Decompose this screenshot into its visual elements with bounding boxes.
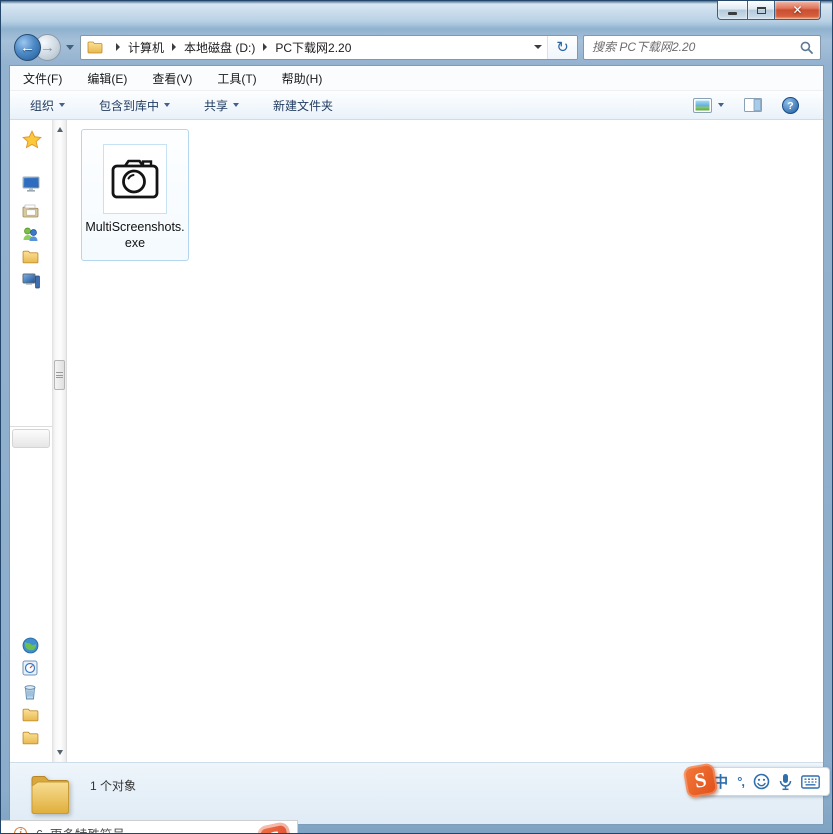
- search-box: [583, 34, 821, 60]
- emoji-smiley-icon[interactable]: [753, 773, 770, 790]
- sogou-logo-icon[interactable]: S: [682, 762, 719, 799]
- item-count-label: 1 个对象: [90, 779, 137, 793]
- navigation-bar: ← → 计算机 本地磁盘 (D:) PC下载网2.20 ↻: [9, 29, 824, 65]
- close-icon: ✕: [792, 2, 803, 17]
- splitter-knob[interactable]: [12, 429, 50, 448]
- menu-file[interactable]: 文件(F): [23, 70, 62, 87]
- ime-toolbar[interactable]: S 中 °,: [682, 762, 830, 799]
- back-button[interactable]: ←: [14, 33, 41, 61]
- menu-tools[interactable]: 工具(T): [217, 70, 256, 87]
- maximize-icon: [756, 6, 766, 14]
- maximize-button[interactable]: [747, 1, 775, 20]
- menu-view[interactable]: 查看(V): [152, 70, 192, 87]
- pane-splitter: [10, 426, 52, 427]
- recycle-bin-icon[interactable]: [22, 683, 38, 700]
- minimize-icon: [728, 11, 737, 15]
- grip-icon: [56, 372, 63, 373]
- include-in-library-button[interactable]: 包含到库中: [99, 97, 171, 114]
- chevron-down-icon: [534, 45, 542, 49]
- new-folder-label: 新建文件夹: [273, 98, 334, 113]
- minimize-button[interactable]: [717, 1, 747, 20]
- chevron-down-icon: [233, 103, 240, 107]
- file-list-area[interactable]: MultiScreenshots.exe: [67, 120, 823, 762]
- close-button[interactable]: ✕: [775, 1, 821, 20]
- network-globe-icon[interactable]: [22, 637, 39, 654]
- address-bar[interactable]: 计算机 本地磁盘 (D:) PC下载网2.20 ↻: [80, 34, 578, 60]
- menu-help[interactable]: 帮助(H): [282, 70, 323, 87]
- status-folder-icon: [31, 776, 69, 814]
- include-in-library-label: 包含到库中: [99, 98, 160, 113]
- recent-pages-chevron-icon[interactable]: [66, 44, 74, 50]
- sidebar-scrollbar[interactable]: [52, 120, 67, 762]
- computer-icon[interactable]: [22, 272, 40, 289]
- explorer-window: ✕ ← → 计算机 本地磁盘 (D:) PC下载网2.20 ↻ 搜索 PC下载网…: [0, 0, 833, 834]
- file-item-multiscreenshots[interactable]: MultiScreenshots.exe: [81, 129, 189, 261]
- documents-folder-icon[interactable]: [22, 249, 39, 264]
- grip-icon: [56, 377, 63, 378]
- ime-popup: i 6. 更多特殊符号 S: [1, 820, 298, 834]
- preview-pane-icon[interactable]: [744, 98, 762, 112]
- grip-icon: [56, 374, 63, 376]
- breadcrumb-current-folder[interactable]: PC下载网2.20: [275, 39, 351, 56]
- address-dropdown-button[interactable]: [529, 36, 547, 59]
- share-label: 共享: [204, 98, 229, 113]
- folder-icon[interactable]: [22, 707, 39, 722]
- scroll-up-button[interactable]: [53, 122, 66, 137]
- breadcrumb-separator-icon: [116, 43, 120, 51]
- scrollbar-thumb[interactable]: [54, 360, 65, 390]
- desktop-icon[interactable]: [22, 176, 40, 193]
- chevron-down-icon: [718, 103, 724, 107]
- folder-icon: [87, 41, 103, 54]
- folder-icon[interactable]: [22, 730, 39, 745]
- command-toolbar: 组织 包含到库中 共享 新建文件夹 ?: [10, 91, 823, 120]
- organize-button[interactable]: 组织: [30, 97, 66, 114]
- sogou-logo-icon: S: [256, 821, 294, 833]
- views-icon: [693, 97, 712, 113]
- breadcrumb-separator-icon: [263, 43, 268, 51]
- control-panel-icon[interactable]: [22, 660, 38, 676]
- breadcrumb-computer[interactable]: 计算机: [128, 39, 164, 56]
- refresh-button[interactable]: ↻: [547, 35, 577, 59]
- organize-label: 组织: [30, 98, 55, 113]
- file-name-label: MultiScreenshots.exe: [85, 220, 185, 250]
- arrow-down-icon: [56, 750, 63, 755]
- popup-menu-item[interactable]: 6. 更多特殊符号: [36, 824, 125, 834]
- ime-punctuation-button[interactable]: °,: [737, 774, 745, 789]
- info-icon: i: [14, 826, 27, 833]
- menu-bar: 文件(F) 编辑(E) 查看(V) 工具(T) 帮助(H): [10, 66, 823, 91]
- favorites-star-icon[interactable]: [22, 130, 42, 150]
- svg-text:?: ?: [787, 100, 793, 112]
- homegroup-icon[interactable]: [22, 226, 39, 243]
- content-area: MultiScreenshots.exe: [10, 120, 823, 762]
- chevron-down-icon: [164, 103, 171, 107]
- title-bar[interactable]: ✕: [1, 1, 832, 29]
- file-icon-box: [103, 144, 167, 214]
- client-area: 文件(F) 编辑(E) 查看(V) 工具(T) 帮助(H) 组织 包含到库中 共…: [9, 65, 824, 825]
- search-icon[interactable]: [800, 41, 813, 54]
- camera-icon: [111, 159, 159, 199]
- share-button[interactable]: 共享: [204, 97, 240, 114]
- breadcrumb-local-disk-d[interactable]: 本地磁盘 (D:): [184, 39, 255, 56]
- menu-edit[interactable]: 编辑(E): [87, 70, 127, 87]
- help-icon[interactable]: ?: [782, 96, 799, 114]
- scroll-down-button[interactable]: [53, 745, 66, 760]
- keyboard-icon[interactable]: [801, 774, 820, 789]
- search-input[interactable]: [584, 40, 800, 54]
- change-view-button[interactable]: [693, 97, 724, 113]
- toolbar-right-group: ?: [693, 96, 813, 114]
- chevron-down-icon: [59, 103, 66, 107]
- window-controls: ✕: [717, 1, 821, 20]
- libraries-icon[interactable]: [22, 203, 39, 219]
- new-folder-button[interactable]: 新建文件夹: [273, 97, 333, 114]
- microphone-icon[interactable]: [779, 773, 792, 791]
- navigation-pane: [10, 120, 52, 762]
- arrow-up-icon: [56, 127, 63, 132]
- breadcrumb-separator-icon: [172, 43, 177, 51]
